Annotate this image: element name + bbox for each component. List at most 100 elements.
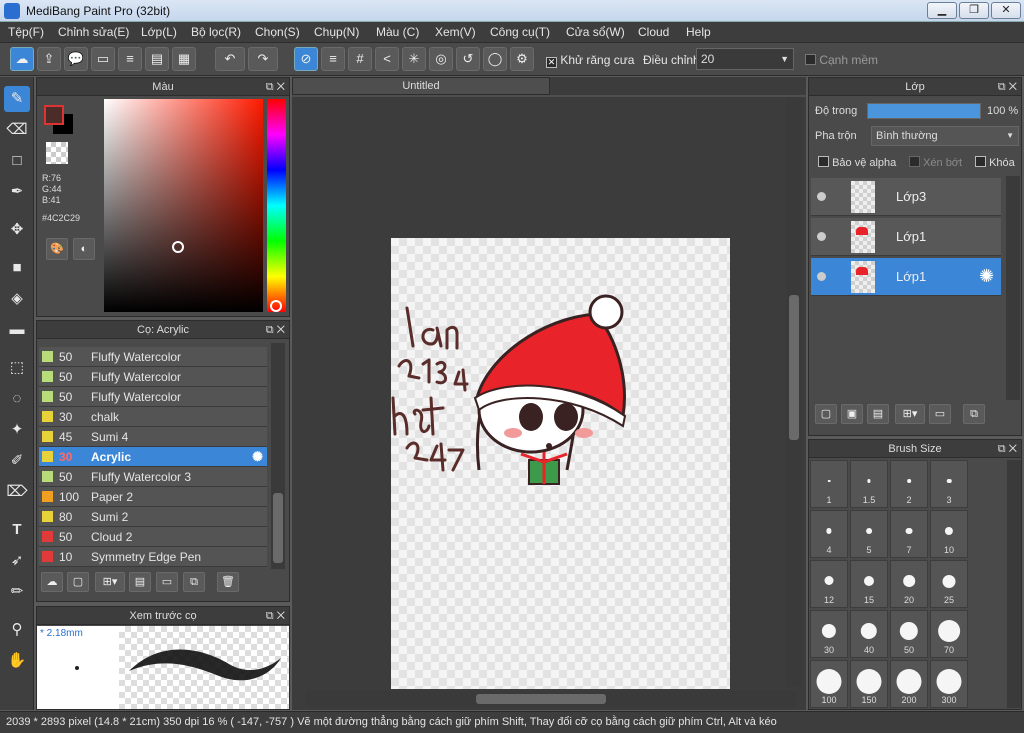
- snap-off-icon[interactable]: ⊘: [294, 47, 318, 71]
- brush-size-option[interactable]: 10: [930, 510, 968, 558]
- layer-row-selected[interactable]: Lớp1 ✺: [811, 258, 1001, 296]
- text-tool-icon[interactable]: T: [4, 517, 30, 543]
- menu-file[interactable]: Tệp(F): [8, 25, 44, 39]
- ellipse-snap-icon[interactable]: ◯: [483, 47, 507, 71]
- size-panel-scrollbar[interactable]: [1007, 460, 1021, 708]
- select-eraser-icon[interactable]: ⌦: [4, 479, 30, 505]
- new-layer-icon[interactable]: ▢: [815, 404, 837, 424]
- brush-item[interactable]: 50 Fluffy Watercolor: [39, 367, 267, 387]
- menu-edit[interactable]: Chỉnh sửa(E): [58, 25, 129, 39]
- new-brush-icon[interactable]: ▢: [67, 572, 89, 592]
- popout-icon[interactable]: ⧉: [266, 81, 274, 93]
- brush-size-option[interactable]: 4: [810, 510, 848, 558]
- dot-tool-icon[interactable]: □: [4, 148, 30, 174]
- document-tab[interactable]: Untitled: [292, 77, 550, 95]
- brush-size-option[interactable]: 200: [890, 660, 928, 708]
- close-icon[interactable]: ✕: [277, 324, 285, 336]
- brush-properties-icon[interactable]: ▤: [129, 572, 151, 592]
- canvas-horizontal-scrollbar[interactable]: [306, 691, 796, 707]
- document-icon[interactable]: ≡: [118, 47, 142, 71]
- grid-snap-icon[interactable]: #: [348, 47, 372, 71]
- parallel-snap-icon[interactable]: ≡: [321, 47, 345, 71]
- protect-alpha-checkbox[interactable]: [818, 156, 829, 167]
- delete-brush-icon[interactable]: 🗑: [217, 572, 239, 592]
- menu-window[interactable]: Cửa sổ(W): [566, 25, 625, 39]
- visibility-icon[interactable]: [817, 272, 826, 281]
- brush-size-option[interactable]: 70: [930, 610, 968, 658]
- close-icon[interactable]: ✕: [277, 610, 285, 622]
- brush-item[interactable]: 50 Fluffy Watercolor: [39, 347, 267, 367]
- brush-size-option[interactable]: 1: [810, 460, 848, 508]
- brush-size-option[interactable]: 25: [930, 560, 968, 608]
- fill-tool-icon[interactable]: ◈: [4, 286, 30, 312]
- menu-select[interactable]: Chọn(S): [255, 25, 300, 39]
- redo-button[interactable]: ↷: [248, 47, 278, 71]
- brush-list-scrollbar[interactable]: [271, 343, 285, 569]
- correction-select[interactable]: 20 ▼: [696, 48, 794, 70]
- cloud-brush-icon[interactable]: ☁: [41, 572, 63, 592]
- divide-tool-icon[interactable]: ✏: [4, 579, 30, 605]
- layer-folder-icon[interactable]: ▭: [929, 404, 951, 424]
- magic-wand-icon[interactable]: ✦: [4, 417, 30, 443]
- layer-row[interactable]: Lớp3: [811, 178, 1001, 216]
- popout-icon[interactable]: ⧉: [266, 610, 274, 622]
- menu-view[interactable]: Xem(V): [435, 25, 476, 39]
- minimize-button[interactable]: ▁: [927, 2, 957, 19]
- snap-settings-icon[interactable]: ⚙: [510, 47, 534, 71]
- layer-settings-gear-icon[interactable]: ✺: [979, 266, 994, 287]
- blend-mode-select[interactable]: Bình thường ▼: [871, 126, 1019, 146]
- brush-size-option[interactable]: 7: [890, 510, 928, 558]
- brush-size-option[interactable]: 20: [890, 560, 928, 608]
- brush-settings-gear-icon[interactable]: ✺: [252, 447, 263, 467]
- select-tool-icon[interactable]: ⬚: [4, 355, 30, 381]
- popout-icon[interactable]: ⧉: [998, 81, 1006, 93]
- menu-filter[interactable]: Bộ lọc(R): [191, 25, 241, 39]
- brush-size-option[interactable]: 1.5: [850, 460, 888, 508]
- radial-snap-icon[interactable]: ✳: [402, 47, 426, 71]
- opacity-slider[interactable]: [867, 103, 981, 119]
- hue-slider[interactable]: [267, 99, 286, 312]
- select-pen-icon[interactable]: ✐: [4, 448, 30, 474]
- hue-slider-handle[interactable]: [270, 300, 282, 312]
- curve-snap-icon[interactable]: ↺: [456, 47, 480, 71]
- close-button[interactable]: ✕: [991, 2, 1021, 19]
- brush-size-option[interactable]: 100: [810, 660, 848, 708]
- scrollbar-thumb[interactable]: [273, 493, 283, 563]
- panel-layout-icon[interactable]: ▤: [145, 47, 169, 71]
- palette-icon[interactable]: 🎨: [46, 238, 68, 260]
- maximize-button[interactable]: ❐: [959, 2, 989, 19]
- close-icon[interactable]: ✕: [277, 81, 285, 93]
- brush-size-option[interactable]: 40: [850, 610, 888, 658]
- share-icon[interactable]: ⇪: [37, 47, 61, 71]
- hand-tool-icon[interactable]: ✋: [4, 648, 30, 674]
- drawing-canvas[interactable]: [391, 238, 730, 689]
- menu-cloud[interactable]: Cloud: [638, 25, 669, 39]
- brush-size-option[interactable]: 3: [930, 460, 968, 508]
- pen-tool-icon[interactable]: ✒: [4, 179, 30, 205]
- menu-capture[interactable]: Chụp(N): [314, 25, 359, 39]
- eraser-tool-icon[interactable]: ⌫: [4, 117, 30, 143]
- eyedropper-icon[interactable]: ⚲: [4, 617, 30, 643]
- brush-size-option[interactable]: 50: [890, 610, 928, 658]
- lock-checkbox[interactable]: [975, 156, 986, 167]
- brush-item[interactable]: 45 Sumi 4: [39, 427, 267, 447]
- layer-list-scrollbar[interactable]: [1006, 176, 1020, 400]
- foreground-color-swatch[interactable]: [44, 105, 64, 125]
- add-brush-menu-icon[interactable]: ⊞▾: [95, 572, 125, 592]
- brush-item[interactable]: 50 Fluffy Watercolor: [39, 387, 267, 407]
- operation-tool-icon[interactable]: ➶: [4, 548, 30, 574]
- speech-bubble-icon[interactable]: ▭: [91, 47, 115, 71]
- color-history-icon[interactable]: ◐: [73, 238, 95, 260]
- duplicate-brush-icon[interactable]: ⧉: [183, 572, 205, 592]
- brush-tool-icon[interactable]: ✎: [4, 86, 30, 112]
- menu-help[interactable]: Help: [686, 25, 711, 39]
- close-icon[interactable]: ✕: [1009, 443, 1017, 455]
- brush-item[interactable]: 80 Sumi 2: [39, 507, 267, 527]
- new-halftone-layer-icon[interactable]: ▣: [841, 404, 863, 424]
- duplicate-layer-icon[interactable]: ⧉: [963, 404, 985, 424]
- grid-edit-icon[interactable]: ▦: [172, 47, 196, 71]
- soft-edge-checkbox[interactable]: [805, 54, 816, 65]
- concentric-snap-icon[interactable]: ◎: [429, 47, 453, 71]
- visibility-icon[interactable]: [817, 232, 826, 241]
- layer-row[interactable]: Lớp1: [811, 218, 1001, 256]
